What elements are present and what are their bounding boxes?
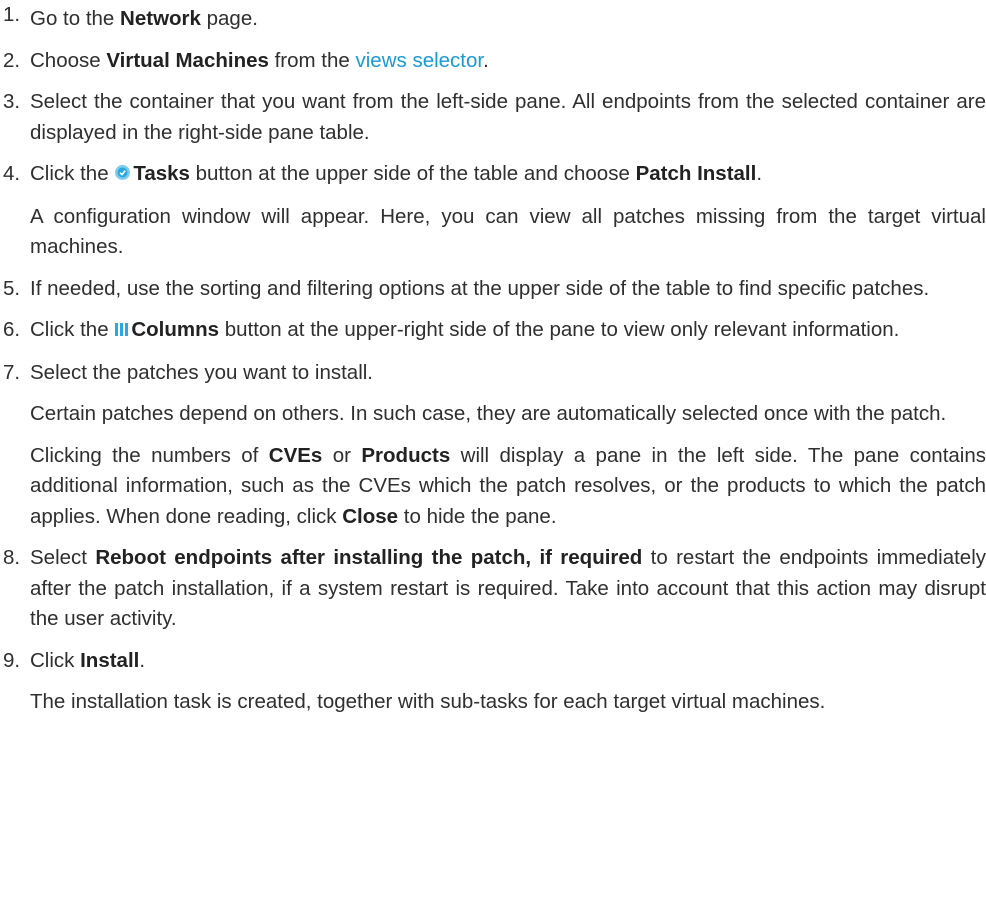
step-text: Click the Columns button at the upper-ri… <box>30 315 986 347</box>
step-number: 2. <box>3 48 21 72</box>
step-text: Select the patches you want to install. <box>30 360 374 384</box>
columns-button-label: Columns <box>131 318 220 341</box>
step-text: If needed, use the sorting and filtering… <box>30 276 930 300</box>
step-1: 1. Go to the Network page. <box>0 0 986 35</box>
step-note: A configuration window will appear. Here… <box>30 204 986 259</box>
close-label: Close <box>342 504 399 528</box>
network-page-label: Network <box>120 7 201 30</box>
step-text: Click Install. <box>30 648 146 672</box>
step-2: 2. Choose Virtual Machines from the view… <box>0 46 986 77</box>
step-text: Go to the Network page. <box>30 7 258 30</box>
step-number: 3. <box>3 90 21 113</box>
step-number: 4. <box>3 162 21 185</box>
virtual-machines-label: Virtual Machines <box>106 48 269 72</box>
cves-label: CVEs <box>268 443 323 467</box>
tasks-button-label: Tasks <box>133 162 190 185</box>
step-text: Click the Tasks button at the upper side… <box>30 159 986 191</box>
products-label: Products <box>361 443 451 467</box>
install-label: Install <box>80 648 140 672</box>
steps-list: 1. Go to the Network page. 2. Choose Vir… <box>0 0 986 718</box>
step-text: Choose Virtual Machines from the views s… <box>30 48 489 72</box>
step-number: 8. <box>3 546 21 569</box>
step-3: 3. Select the container that you want fr… <box>0 87 986 148</box>
step-text: Select the container that you want from … <box>30 90 986 144</box>
columns-icon <box>114 316 129 347</box>
step-6: 6. Click the Columns button at the upper… <box>0 315 986 347</box>
step-9: 9. Click Install. The installation task … <box>0 646 986 718</box>
documentation-body: 1. Go to the Network page. 2. Choose Vir… <box>0 0 986 718</box>
step-4: 4. Click the Tasks button at the upper s… <box>0 159 986 263</box>
step-number: 5. <box>3 276 21 300</box>
views-selector-link[interactable]: views selector <box>356 49 484 72</box>
step-note: Clicking the numbers of CVEs or Products… <box>30 443 986 528</box>
step-number: 6. <box>3 318 21 341</box>
step-number: 9. <box>3 648 21 672</box>
step-5: 5. If needed, use the sorting and filter… <box>0 274 986 305</box>
step-8: 8. Select Reboot endpoints after install… <box>0 543 986 635</box>
step-number: 7. <box>3 360 21 384</box>
patch-install-label: Patch Install <box>635 162 757 185</box>
step-note: The installation task is created, togeth… <box>30 690 826 713</box>
step-text: Select Reboot endpoints after installing… <box>30 546 986 630</box>
tasks-icon <box>114 160 131 191</box>
step-number: 1. <box>3 3 21 26</box>
reboot-option-label: Reboot endpoints after installing the pa… <box>95 546 643 569</box>
step-note: Certain patches depend on others. In suc… <box>30 402 947 425</box>
step-7: 7. Select the patches you want to instal… <box>0 358 986 533</box>
